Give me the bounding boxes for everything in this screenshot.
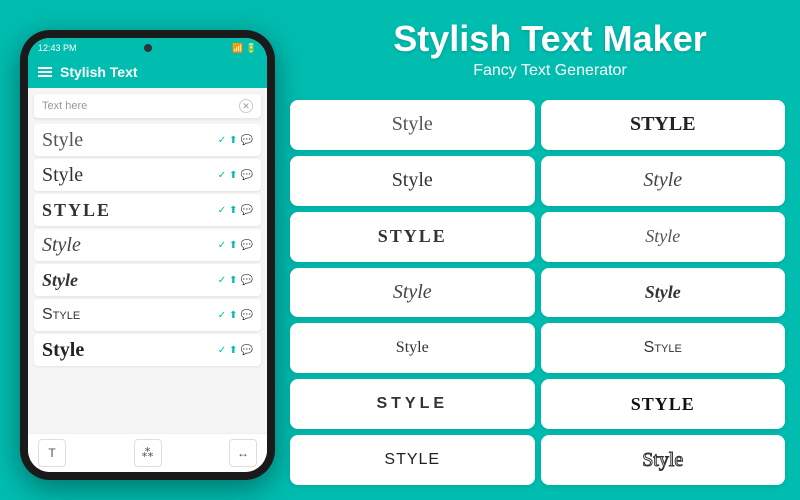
share-icon[interactable]: ⬆ xyxy=(229,345,237,356)
item-text: STYLE xyxy=(42,200,111,221)
item-text: Style xyxy=(42,164,83,187)
list-item[interactable]: Style ✓ ⬆ 💬 xyxy=(34,299,261,331)
arrow-icon[interactable]: ↔ xyxy=(229,439,257,467)
copy-icon[interactable]: ✓ xyxy=(218,205,226,216)
item-actions: ✓ ⬆ 💬 xyxy=(218,345,253,356)
bottom-bar: T ⁂ ↔ xyxy=(28,433,267,472)
clear-icon[interactable]: ✕ xyxy=(239,99,253,113)
grid-item[interactable]: STYLE xyxy=(541,379,786,429)
header-section: Stylish Text Maker Fancy Text Generator xyxy=(320,18,780,80)
style-grid: Style STYLE Style Style STYLE Style Styl… xyxy=(290,100,785,485)
grid-text: Style xyxy=(384,451,440,469)
copy-icon[interactable]: ✓ xyxy=(218,240,226,251)
grid-text: Style xyxy=(645,282,681,303)
item-actions: ✓ ⬆ 💬 xyxy=(218,240,253,251)
item-text: Style xyxy=(42,129,83,152)
grid-item[interactable]: STYLE xyxy=(541,100,786,150)
item-actions: ✓ ⬆ 💬 xyxy=(218,275,253,286)
list-item[interactable]: Style ✓ ⬆ 💬 xyxy=(34,334,261,366)
app-bar-title: Stylish Text xyxy=(60,64,138,80)
grid-item[interactable]: Style xyxy=(541,156,786,206)
share-icon[interactable]: ⬆ xyxy=(229,240,237,251)
grid-item[interactable]: Style xyxy=(290,323,535,373)
phone-screen: 12:43 PM 📶 🔋 Stylish Text Text here ✕ St… xyxy=(28,38,267,472)
grid-item[interactable]: Style xyxy=(290,435,535,485)
grid-item[interactable]: Style xyxy=(541,435,786,485)
share-icon[interactable]: ⬆ xyxy=(229,205,237,216)
grid-text: Style xyxy=(396,339,429,357)
whatsapp-icon[interactable]: 💬 xyxy=(241,240,253,251)
phone-body: 12:43 PM 📶 🔋 Stylish Text Text here ✕ St… xyxy=(20,30,275,480)
hamburger-icon[interactable] xyxy=(38,67,52,77)
share-icon[interactable]: ⬆ xyxy=(229,310,237,321)
whatsapp-icon[interactable]: 💬 xyxy=(241,310,253,321)
grid-text: Style xyxy=(642,449,683,472)
grid-item[interactable]: Style xyxy=(541,268,786,318)
item-actions: ✓ ⬆ 💬 xyxy=(218,135,253,146)
grid-item[interactable]: Style xyxy=(290,268,535,318)
grid-text: Style xyxy=(393,281,432,304)
time: 12:43 PM xyxy=(38,43,77,53)
whatsapp-icon[interactable]: 💬 xyxy=(241,170,253,181)
item-actions: ✓ ⬆ 💬 xyxy=(218,310,253,321)
item-actions: ✓ ⬆ 💬 xyxy=(218,205,253,216)
app-subtitle: Fancy Text Generator xyxy=(320,62,780,80)
item-text: Style xyxy=(42,270,78,291)
signal-battery: 📶 🔋 xyxy=(232,43,257,54)
whatsapp-icon[interactable]: 💬 xyxy=(241,205,253,216)
grid-item[interactable]: STYLE xyxy=(290,379,535,429)
grid-text: STYLE xyxy=(631,394,695,415)
style-list: Style ✓ ⬆ 💬 Style ✓ ⬆ 💬 ST xyxy=(28,124,267,433)
grid-text: Style xyxy=(392,113,433,136)
phone-camera xyxy=(144,44,152,52)
app-title: Stylish Text Maker xyxy=(320,18,780,60)
search-placeholder: Text here xyxy=(42,100,87,112)
whatsapp-icon[interactable]: 💬 xyxy=(241,135,253,146)
grid-item[interactable]: STYLE xyxy=(290,212,535,262)
share-icon[interactable]: ⬆ xyxy=(229,135,237,146)
item-text: Style xyxy=(42,306,80,324)
copy-icon[interactable]: ✓ xyxy=(218,135,226,146)
grid-text: Style xyxy=(645,226,680,247)
list-item[interactable]: Style ✓ ⬆ 💬 xyxy=(34,229,261,261)
grid-text: STYLE xyxy=(378,226,447,247)
app-bar: Stylish Text xyxy=(28,56,267,88)
grid-item[interactable]: Style xyxy=(541,212,786,262)
item-text: Style xyxy=(42,234,81,257)
whatsapp-icon[interactable]: 💬 xyxy=(241,275,253,286)
grid-item[interactable]: Style xyxy=(541,323,786,373)
whatsapp-icon[interactable]: 💬 xyxy=(241,345,253,356)
grid-item[interactable]: Style xyxy=(290,100,535,150)
grid-text: Style xyxy=(643,169,682,192)
grid-text: STYLE xyxy=(630,113,696,136)
grid-text: Style xyxy=(392,169,433,192)
copy-icon[interactable]: ✓ xyxy=(218,170,226,181)
text-icon[interactable]: T xyxy=(38,439,66,467)
search-bar[interactable]: Text here ✕ xyxy=(34,94,261,118)
item-actions: ✓ ⬆ 💬 xyxy=(218,170,253,181)
copy-icon[interactable]: ✓ xyxy=(218,310,226,321)
share-icon[interactable]: ⬆ xyxy=(229,275,237,286)
share-icon[interactable]: ⬆ xyxy=(229,170,237,181)
copy-icon[interactable]: ✓ xyxy=(218,345,226,356)
list-item[interactable]: Style ✓ ⬆ 💬 xyxy=(34,264,261,296)
list-item[interactable]: Style ✓ ⬆ 💬 xyxy=(34,159,261,191)
phone-mockup: 12:43 PM 📶 🔋 Stylish Text Text here ✕ St… xyxy=(20,30,275,480)
hash-icon[interactable]: ⁂ xyxy=(134,439,162,467)
copy-icon[interactable]: ✓ xyxy=(218,275,226,286)
item-text: Style xyxy=(42,339,84,362)
list-item[interactable]: Style ✓ ⬆ 💬 xyxy=(34,124,261,156)
grid-item[interactable]: Style xyxy=(290,156,535,206)
list-item[interactable]: STYLE ✓ ⬆ 💬 xyxy=(34,194,261,226)
grid-text: STYLE xyxy=(376,395,448,413)
grid-text: Style xyxy=(644,339,682,357)
